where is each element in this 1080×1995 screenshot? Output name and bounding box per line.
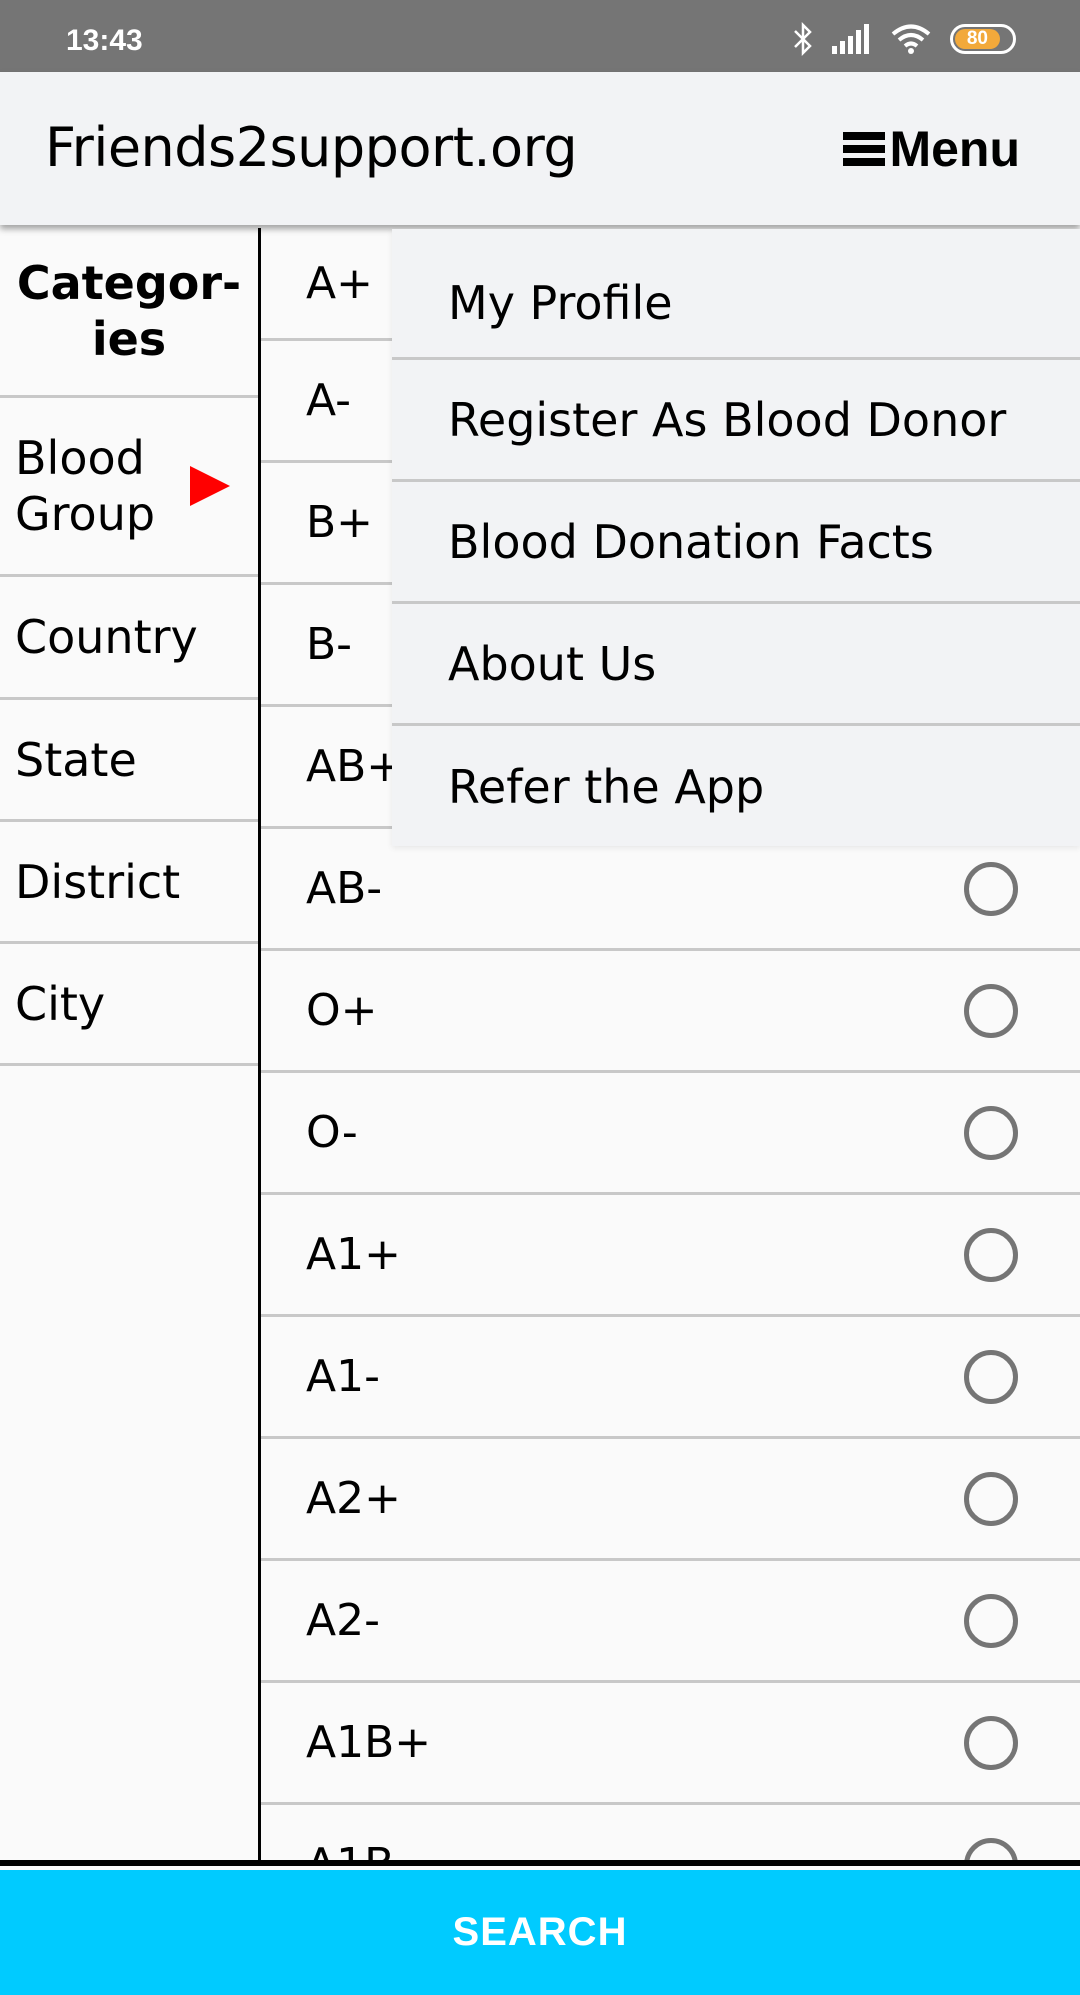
blood-group-row[interactable]: O+ xyxy=(261,951,1080,1073)
blood-group-row[interactable]: A1B+ xyxy=(261,1683,1080,1805)
categories-heading: Categor-ies xyxy=(0,225,258,398)
menu-item-register-donor[interactable]: Register As Blood Donor xyxy=(392,360,1080,482)
radio-button[interactable] xyxy=(964,1593,1018,1648)
blood-group-label: AB- xyxy=(306,863,383,914)
hamburger-icon xyxy=(843,132,886,166)
blood-group-label: A1+ xyxy=(306,1229,401,1280)
blood-group-label: AB+ xyxy=(306,741,404,792)
blood-group-label: B- xyxy=(306,619,353,670)
signal-icon xyxy=(832,24,869,54)
radio-button[interactable] xyxy=(964,861,1018,916)
blood-group-row[interactable]: A2+ xyxy=(261,1439,1080,1561)
category-label: District xyxy=(15,854,181,909)
category-country[interactable]: Country xyxy=(0,577,258,700)
menu-dropdown: My Profile Register As Blood Donor Blood… xyxy=(392,229,1080,846)
categories-panel: Categor-ies Blood Group Country State Di… xyxy=(0,225,258,1860)
blood-group-label: A2- xyxy=(306,1595,380,1646)
category-label: City xyxy=(15,976,106,1031)
status-time: 13:43 xyxy=(66,24,143,57)
menu-item-about-us[interactable]: About Us xyxy=(392,604,1080,726)
blood-group-label: A1B+ xyxy=(306,1717,432,1768)
category-label: Country xyxy=(15,610,198,664)
menu-item-donation-facts[interactable]: Blood Donation Facts xyxy=(392,482,1080,604)
blood-group-label: A- xyxy=(306,375,352,426)
category-city[interactable]: City xyxy=(0,944,258,1066)
category-state[interactable]: State xyxy=(0,700,258,822)
radio-button[interactable] xyxy=(964,1349,1018,1404)
radio-button[interactable] xyxy=(964,1715,1018,1770)
blood-group-row[interactable]: A2- xyxy=(261,1561,1080,1683)
status-icons: 80 xyxy=(792,22,1016,56)
blood-group-label: A1B- xyxy=(306,1839,410,1860)
category-label: Blood Group xyxy=(15,431,156,541)
radio-button[interactable] xyxy=(964,983,1018,1038)
blood-group-label: A1- xyxy=(306,1351,380,1402)
menu-button[interactable]: Menu xyxy=(843,120,1020,178)
category-blood-group[interactable]: Blood Group xyxy=(0,398,258,577)
selected-arrow-icon xyxy=(190,466,230,506)
radio-button[interactable] xyxy=(964,1227,1018,1282)
category-district[interactable]: District xyxy=(0,822,258,944)
blood-group-label: A+ xyxy=(306,257,373,309)
wifi-icon xyxy=(891,24,931,54)
battery-level: 80 xyxy=(955,28,1000,49)
category-label: State xyxy=(15,732,137,787)
blood-group-label: B+ xyxy=(306,497,374,548)
bluetooth-icon xyxy=(794,22,812,56)
blood-group-label: A2+ xyxy=(306,1473,401,1524)
blood-group-label: O- xyxy=(306,1107,358,1158)
search-button[interactable]: SEARCH xyxy=(0,1870,1080,1995)
app-header: Friends2support.org Menu xyxy=(0,72,1080,225)
blood-group-label: O+ xyxy=(306,985,378,1036)
battery-icon: 80 xyxy=(950,24,1016,54)
blood-group-row[interactable]: A1- xyxy=(261,1317,1080,1439)
site-title: Friends2support.org xyxy=(45,116,578,179)
blood-group-row[interactable]: A1B- xyxy=(261,1805,1080,1860)
radio-button[interactable] xyxy=(964,1837,1018,1860)
blood-group-row[interactable]: A1+ xyxy=(261,1195,1080,1317)
radio-button[interactable] xyxy=(964,1471,1018,1526)
radio-button[interactable] xyxy=(964,1105,1018,1160)
menu-label: Menu xyxy=(889,121,1020,177)
bottom-divider xyxy=(0,1860,1080,1866)
menu-item-my-profile[interactable]: My Profile xyxy=(392,229,1080,360)
menu-item-refer-app[interactable]: Refer the App xyxy=(392,726,1080,848)
blood-group-row[interactable]: O- xyxy=(261,1073,1080,1195)
status-bar: 13:43 80 xyxy=(0,0,1080,72)
column-divider xyxy=(258,228,261,1860)
